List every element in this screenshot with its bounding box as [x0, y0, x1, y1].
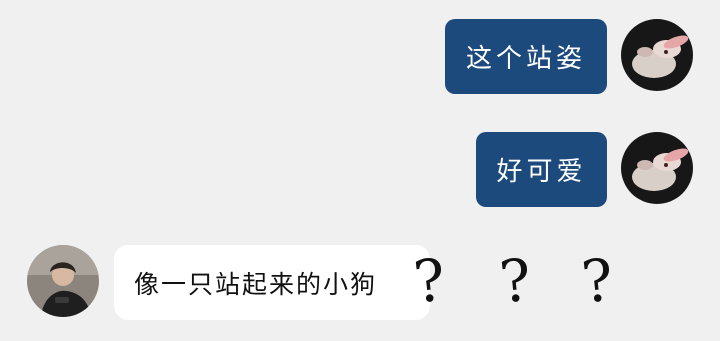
left-user-avatar[interactable]	[27, 245, 99, 317]
outgoing-message-bubble[interactable]: 这个站姿	[445, 19, 607, 94]
person-avatar-icon	[27, 245, 99, 317]
message-text: 好可爱	[496, 157, 587, 187]
right-user-avatar[interactable]	[621, 19, 693, 91]
message-text: 像一只站起来的小狗	[134, 269, 378, 299]
question-mark-2: ?	[496, 245, 535, 317]
rabbit-avatar-icon	[621, 19, 693, 91]
incoming-message-bubble[interactable]: 像一只站起来的小狗	[114, 245, 430, 320]
question-mark-1: ?	[410, 245, 449, 317]
question-mark-3: ?	[578, 245, 617, 317]
outgoing-message-bubble[interactable]: 好可爱	[476, 132, 607, 207]
message-text: 这个站姿	[465, 44, 586, 74]
right-user-avatar[interactable]	[621, 132, 693, 204]
rabbit-avatar-icon	[621, 132, 693, 204]
